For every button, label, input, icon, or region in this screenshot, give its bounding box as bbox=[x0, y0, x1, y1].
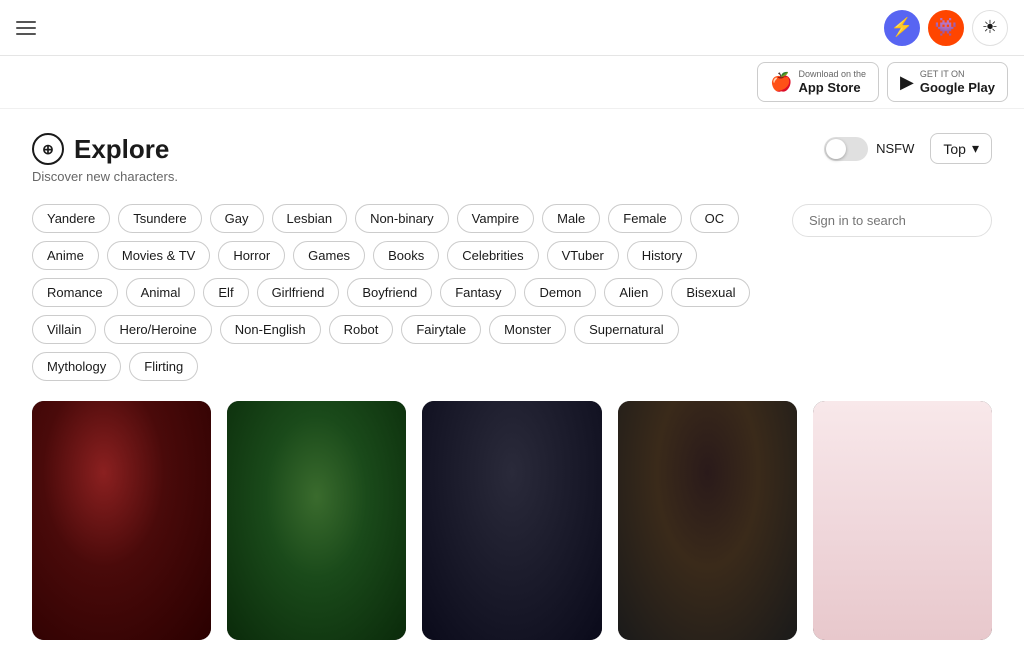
hamburger-menu-button[interactable] bbox=[16, 16, 40, 40]
google-play-button[interactable]: ▶ GET IT ON Google Play bbox=[887, 62, 1008, 102]
character-card-3[interactable] bbox=[422, 401, 601, 640]
search-box bbox=[792, 204, 992, 237]
explore-title-section: ⊕ Explore Discover new characters. bbox=[32, 133, 178, 184]
explore-header: ⊕ Explore Discover new characters. NSFW … bbox=[32, 133, 992, 184]
tag-fantasy[interactable]: Fantasy bbox=[440, 278, 516, 307]
tag-supernatural[interactable]: Supernatural bbox=[574, 315, 678, 344]
character-card-4[interactable] bbox=[618, 401, 797, 640]
cards-grid bbox=[32, 401, 992, 640]
discord-button[interactable]: ⚡ bbox=[884, 10, 920, 46]
tag-lesbian[interactable]: Lesbian bbox=[272, 204, 348, 233]
character-card-2[interactable] bbox=[227, 401, 406, 640]
nav-right: ⚡ 👾 ☀ bbox=[884, 10, 1008, 46]
sort-label: Top bbox=[943, 141, 966, 157]
tag-books[interactable]: Books bbox=[373, 241, 439, 270]
tag-vampire[interactable]: Vampire bbox=[457, 204, 534, 233]
nsfw-toggle-knob bbox=[826, 139, 846, 159]
nsfw-toggle[interactable]: NSFW bbox=[824, 137, 914, 161]
tag-romance[interactable]: Romance bbox=[32, 278, 118, 307]
tag-tsundere[interactable]: Tsundere bbox=[118, 204, 201, 233]
tags-and-search-section: Yandere Tsundere Gay LesbianNon-binary Vampi… bbox=[32, 204, 992, 401]
app-store-label: Download on the bbox=[798, 69, 866, 80]
tag-gay[interactable]: Gay bbox=[210, 204, 264, 233]
tag-monster[interactable]: Monster bbox=[489, 315, 566, 344]
explore-controls: NSFW Top ▾ bbox=[824, 133, 992, 164]
tags-row-3: Romance AnimalElf GirlfriendBoyfriend Fanta… bbox=[32, 278, 776, 307]
tag-hero-heroine[interactable]: Hero/Heroine bbox=[104, 315, 211, 344]
tag-non-english[interactable]: Non-English bbox=[220, 315, 321, 344]
explore-title: ⊕ Explore bbox=[32, 133, 178, 165]
character-card-1[interactable] bbox=[32, 401, 211, 640]
tag-boyfriend[interactable]: Boyfriend bbox=[347, 278, 432, 307]
google-play-icon: ▶ bbox=[900, 72, 914, 93]
explore-icon: ⊕ bbox=[32, 133, 64, 165]
tags-row-5: Mythology Flirting bbox=[32, 352, 776, 381]
nsfw-label: NSFW bbox=[876, 141, 914, 156]
tag-celebrities[interactable]: Celebrities bbox=[447, 241, 538, 270]
explore-subtitle: Discover new characters. bbox=[32, 169, 178, 184]
tag-female[interactable]: Female bbox=[608, 204, 681, 233]
card-image-2 bbox=[227, 401, 406, 640]
tag-flirting[interactable]: Flirting bbox=[129, 352, 198, 381]
card-image-5 bbox=[813, 401, 992, 640]
tag-anime[interactable]: Anime bbox=[32, 241, 99, 270]
tag-movies---tv[interactable]: Movies & TV bbox=[107, 241, 210, 270]
nav-left bbox=[16, 16, 40, 40]
tag-yandere[interactable]: Yandere bbox=[32, 204, 110, 233]
card-image-4 bbox=[618, 401, 797, 640]
tags-row-4: Villain Hero/Heroine Non-English RobotFairy… bbox=[32, 315, 776, 344]
tag-horror[interactable]: Horror bbox=[218, 241, 285, 270]
tag-fairytale[interactable]: Fairytale bbox=[401, 315, 481, 344]
tag-robot[interactable]: Robot bbox=[329, 315, 394, 344]
tags-row-1: Yandere Tsundere Gay LesbianNon-binary Vampi… bbox=[32, 204, 776, 233]
tag-games[interactable]: Games bbox=[293, 241, 365, 270]
tag-vtuber[interactable]: VTuber bbox=[547, 241, 619, 270]
tag-male[interactable]: Male bbox=[542, 204, 600, 233]
tag-bisexual[interactable]: Bisexual bbox=[671, 278, 750, 307]
app-store-name: App Store bbox=[798, 80, 866, 96]
tag-villain[interactable]: Villain bbox=[32, 315, 96, 344]
tag-animal[interactable]: Animal bbox=[126, 278, 196, 307]
reddit-icon: 👾 bbox=[935, 17, 957, 38]
tag-girlfriend[interactable]: Girlfriend bbox=[257, 278, 340, 307]
sort-dropdown[interactable]: Top ▾ bbox=[930, 133, 992, 164]
tags-wrapper: Yandere Tsundere Gay LesbianNon-binary Vampi… bbox=[32, 204, 776, 401]
tag-history[interactable]: History bbox=[627, 241, 697, 270]
nsfw-toggle-track[interactable] bbox=[824, 137, 868, 161]
main-content: ⊕ Explore Discover new characters. NSFW … bbox=[0, 109, 1024, 664]
tag-non-binary[interactable]: Non-binary bbox=[355, 204, 449, 233]
google-play-name: Google Play bbox=[920, 80, 995, 96]
top-nav-bar: ⚡ 👾 ☀ bbox=[0, 0, 1024, 56]
discord-icon: ⚡ bbox=[891, 17, 913, 38]
card-image-3 bbox=[422, 401, 601, 640]
tag-elf[interactable]: Elf bbox=[203, 278, 248, 307]
explore-title-text: Explore bbox=[74, 134, 169, 165]
search-input[interactable] bbox=[792, 204, 992, 237]
tags-section: Yandere Tsundere Gay LesbianNon-binary Vampi… bbox=[32, 204, 776, 381]
reddit-button[interactable]: 👾 bbox=[928, 10, 964, 46]
google-play-label: GET IT ON bbox=[920, 69, 995, 80]
tag-alien[interactable]: Alien bbox=[604, 278, 663, 307]
chevron-down-icon: ▾ bbox=[972, 140, 979, 157]
card-image-1 bbox=[32, 401, 211, 640]
store-bar: 🍎 Download on the App Store ▶ GET IT ON … bbox=[0, 56, 1024, 109]
apple-icon: 🍎 bbox=[770, 72, 792, 93]
sun-icon: ☀ bbox=[982, 17, 998, 38]
app-store-button[interactable]: 🍎 Download on the App Store bbox=[757, 62, 879, 102]
character-card-5[interactable] bbox=[813, 401, 992, 640]
tag-demon[interactable]: Demon bbox=[524, 278, 596, 307]
theme-toggle-button[interactable]: ☀ bbox=[972, 10, 1008, 46]
tag-mythology[interactable]: Mythology bbox=[32, 352, 121, 381]
tag-oc[interactable]: OC bbox=[690, 204, 740, 233]
tags-row-2: Anime Movies & TV Horror Games Books Celebrit… bbox=[32, 241, 776, 270]
